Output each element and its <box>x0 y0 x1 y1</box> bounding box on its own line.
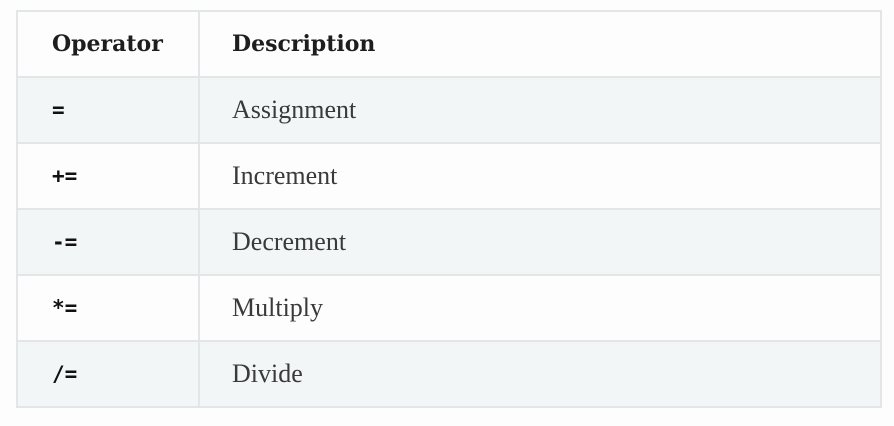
operator-cell: -= <box>16 208 200 276</box>
operator-table-container: Operator Description = Assignment += Inc… <box>16 10 882 408</box>
description-column-header: Description <box>198 10 882 78</box>
operator-cell: = <box>16 76 200 144</box>
description-cell: Increment <box>198 142 882 210</box>
table-row: = Assignment <box>16 76 882 144</box>
description-cell: Divide <box>198 340 882 408</box>
description-cell: Multiply <box>198 274 882 342</box>
operator-cell: /= <box>16 340 200 408</box>
table-row: += Increment <box>16 142 882 210</box>
operator-cell: *= <box>16 274 200 342</box>
operator-column-header: Operator <box>16 10 200 78</box>
operator-cell: += <box>16 142 200 210</box>
description-cell: Decrement <box>198 208 882 276</box>
description-cell: Assignment <box>198 76 882 144</box>
table-row: /= Divide <box>16 340 882 408</box>
table-row: *= Multiply <box>16 274 882 342</box>
table-row: -= Decrement <box>16 208 882 276</box>
assignment-operators-table: Operator Description = Assignment += Inc… <box>16 10 882 408</box>
table-header-row: Operator Description <box>16 10 882 78</box>
